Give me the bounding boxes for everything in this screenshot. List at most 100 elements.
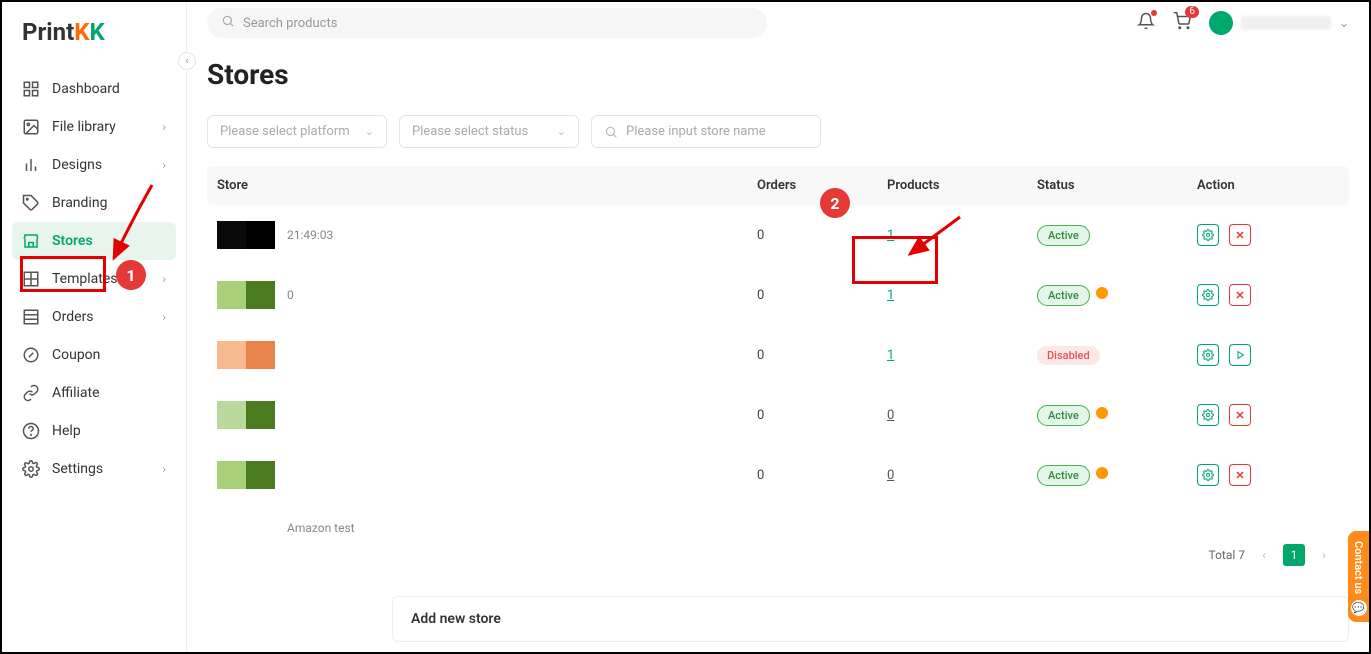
sidebar-item-orders[interactable]: Orders› (12, 298, 176, 336)
image-icon (22, 118, 40, 136)
store-thumbnail (217, 401, 275, 429)
tag-icon (22, 194, 40, 212)
sidebar-item-label: Affiliate (52, 385, 100, 401)
col-products: Products (887, 178, 1037, 193)
sidebar-item-label: Templates (52, 271, 118, 287)
orders-cell: 0 (757, 348, 887, 363)
chevron-right-icon: › (162, 462, 166, 476)
sidebar-item-stores[interactable]: Stores (12, 222, 176, 260)
play-action-button[interactable] (1229, 344, 1251, 366)
sidebar-item-dashboard[interactable]: Dashboard (12, 70, 176, 108)
close-action-button[interactable] (1229, 224, 1251, 246)
store-name-input[interactable]: Please input store name (591, 115, 821, 148)
notification-dot (1151, 10, 1157, 16)
chevron-down-icon: ⌄ (365, 125, 374, 138)
warning-icon (1096, 287, 1108, 299)
sidebar-item-templates[interactable]: Templates › (12, 260, 176, 298)
main: Search products 6 ⌄ Stores Please select… (187, 2, 1369, 652)
logo: PrintKK (2, 10, 186, 64)
col-action: Action (1197, 178, 1339, 193)
chevron-right-icon: › (162, 310, 166, 324)
status-badge: Active (1037, 225, 1090, 246)
stores-table: Store Orders Products Status Action 21:4… (207, 166, 1349, 545)
sidebar-item-affiliate[interactable]: Affiliate (12, 374, 176, 412)
sidebar-item-help[interactable]: Help (12, 412, 176, 450)
sidebar-item-label: Stores (52, 233, 93, 249)
topbar: Search products 6 ⌄ (187, 2, 1369, 44)
search-icon (221, 14, 235, 32)
sidebar-item-designs[interactable]: Designs› (12, 146, 176, 184)
close-action-button[interactable] (1229, 404, 1251, 426)
store-thumbnail (217, 341, 275, 369)
gear-action-button[interactable] (1197, 224, 1219, 246)
store-thumbnail (217, 461, 275, 489)
cart-button[interactable]: 6 (1173, 12, 1191, 34)
user-menu[interactable]: ⌄ (1209, 11, 1349, 35)
chevron-right-icon: › (162, 272, 166, 286)
next-page-button[interactable]: › (1313, 544, 1335, 566)
table-header: Store Orders Products Status Action (207, 166, 1349, 205)
status-badge: Active (1037, 405, 1090, 426)
sidebar-item-label: Coupon (52, 347, 100, 363)
avatar (1209, 11, 1233, 35)
platform-select[interactable]: Please select platform ⌄ (207, 115, 387, 148)
sidebar-item-branding[interactable]: Branding (12, 184, 176, 222)
chart-icon (22, 156, 40, 174)
chevron-right-icon: › (162, 120, 166, 134)
orders-cell: 0 (757, 228, 887, 243)
status-badge: Active (1037, 285, 1090, 306)
gear-action-button[interactable] (1197, 464, 1219, 486)
orders-cell: 0 (757, 468, 887, 483)
store-icon (22, 232, 40, 250)
status-select[interactable]: Please select status ⌄ (399, 115, 579, 148)
products-link[interactable]: 0 (887, 408, 894, 423)
products-link[interactable]: 1 (887, 348, 894, 363)
chevron-down-icon: ⌄ (557, 125, 566, 138)
list-icon (22, 308, 40, 326)
warning-icon (1096, 407, 1108, 419)
search-input[interactable]: Search products (207, 8, 767, 38)
store-meta: 21:49:03 (287, 228, 333, 242)
products-link[interactable]: 1 (887, 288, 894, 303)
table-row: 21:49:03 01 Active (207, 205, 1349, 265)
sidebar-item-file-library[interactable]: File library› (12, 108, 176, 146)
gear-action-button[interactable] (1197, 404, 1219, 426)
sidebar-item-label: Branding (52, 195, 107, 211)
store-meta: Amazon test (287, 521, 355, 535)
add-new-store-button[interactable]: Add new store (392, 596, 1349, 642)
notifications-button[interactable] (1137, 12, 1155, 34)
store-thumbnail (217, 281, 275, 309)
sidebar-item-settings[interactable]: Settings › (12, 450, 176, 488)
contact-us-tab[interactable]: Contact us 💬 (1348, 531, 1369, 622)
sidebar: PrintKK ‹ DashboardFile library›Designs›… (2, 2, 187, 652)
store-meta: 0 (287, 288, 294, 302)
col-status: Status (1037, 178, 1197, 193)
grid-icon (22, 270, 40, 288)
store-thumbnail (217, 221, 275, 249)
table-row: Amazon test (207, 505, 1349, 545)
sidebar-nav: Dashboard File library›Designs› Branding St… (2, 64, 186, 494)
status-badge: Disabled (1037, 346, 1100, 365)
col-store: Store (217, 178, 757, 193)
chevron-down-icon: ⌄ (1339, 16, 1349, 30)
page-1-button[interactable]: 1 (1283, 544, 1305, 566)
products-link[interactable]: 1 (887, 228, 894, 243)
pagination-total: Total 7 (1208, 548, 1245, 562)
content: Stores Please select platform ⌄ Please s… (187, 44, 1369, 545)
close-action-button[interactable] (1229, 284, 1251, 306)
sidebar-item-label: Help (52, 423, 81, 439)
sidebar-item-label: Settings (52, 461, 103, 477)
sidebar-item-coupon[interactable]: Coupon (12, 336, 176, 374)
search-placeholder: Search products (243, 16, 337, 31)
username (1241, 16, 1331, 30)
prev-page-button[interactable]: ‹ (1253, 544, 1275, 566)
sidebar-item-label: Dashboard (52, 81, 120, 97)
products-link[interactable]: 0 (887, 468, 894, 483)
close-action-button[interactable] (1229, 464, 1251, 486)
gear-action-button[interactable] (1197, 284, 1219, 306)
table-row: 01 Disabled (207, 325, 1349, 385)
orders-cell: 0 (757, 408, 887, 423)
gear-action-button[interactable] (1197, 344, 1219, 366)
help-icon (22, 422, 40, 440)
pagination: Total 7 ‹ 1 › (1204, 540, 1339, 570)
